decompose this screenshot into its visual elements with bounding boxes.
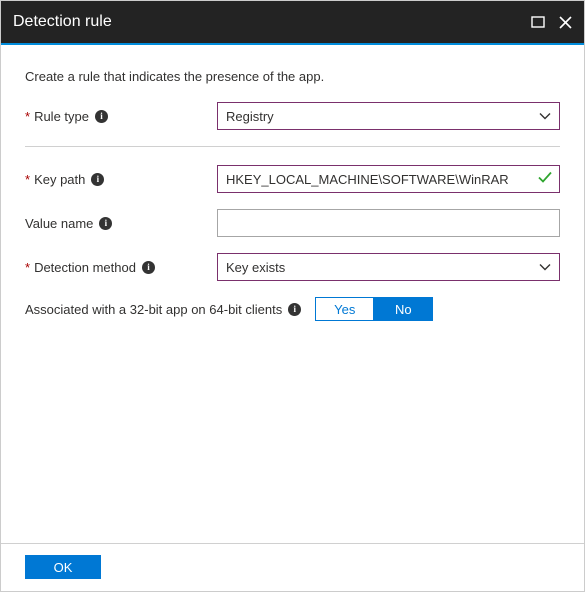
label-value-name: Value name i [25, 216, 217, 231]
assoc-toggle: Yes No [315, 297, 433, 321]
field-key-path [217, 165, 560, 193]
intro-text: Create a rule that indicates the presenc… [25, 69, 560, 84]
label-assoc: Associated with a 32-bit app on 64-bit c… [25, 302, 301, 317]
chevron-down-icon [539, 109, 551, 124]
value-name-input[interactable] [217, 209, 560, 237]
label-text: Key path [34, 172, 85, 187]
close-icon[interactable] [559, 16, 572, 29]
rule-type-select[interactable]: Registry [217, 102, 560, 130]
divider [25, 146, 560, 147]
dialog-header: Detection rule [1, 1, 584, 45]
row-value-name: Value name i [25, 209, 560, 237]
select-value: Key exists [226, 260, 285, 275]
row-assoc: Associated with a 32-bit app on 64-bit c… [25, 297, 560, 321]
select-value: Registry [226, 109, 274, 124]
dialog-title: Detection rule [13, 13, 531, 31]
assoc-yes-button[interactable]: Yes [316, 298, 374, 320]
header-controls [531, 16, 572, 29]
info-icon[interactable]: i [142, 261, 155, 274]
assoc-no-button[interactable]: No [374, 298, 432, 320]
field-value-name [217, 209, 560, 237]
label-key-path: * Key path i [25, 172, 217, 187]
detection-method-select[interactable]: Key exists [217, 253, 560, 281]
label-text: Associated with a 32-bit app on 64-bit c… [25, 302, 282, 317]
required-asterisk: * [25, 172, 30, 187]
dialog-footer: OK [1, 543, 584, 590]
required-asterisk: * [25, 109, 30, 124]
maximize-icon[interactable] [531, 16, 545, 28]
dialog-body: Create a rule that indicates the presenc… [1, 45, 584, 543]
key-path-input[interactable] [217, 165, 560, 193]
chevron-down-icon [539, 260, 551, 275]
info-icon[interactable]: i [91, 173, 104, 186]
label-text: Rule type [34, 109, 89, 124]
info-icon[interactable]: i [95, 110, 108, 123]
field-detection-method: Key exists [217, 253, 560, 281]
info-icon[interactable]: i [99, 217, 112, 230]
info-icon[interactable]: i [288, 303, 301, 316]
field-rule-type: Registry [217, 102, 560, 130]
label-rule-type: * Rule type i [25, 109, 217, 124]
label-text: Value name [25, 216, 93, 231]
ok-button[interactable]: OK [25, 555, 101, 579]
row-detection-method: * Detection method i Key exists [25, 253, 560, 281]
label-detection-method: * Detection method i [25, 260, 217, 275]
required-asterisk: * [25, 260, 30, 275]
label-text: Detection method [34, 260, 136, 275]
row-rule-type: * Rule type i Registry [25, 102, 560, 130]
row-key-path: * Key path i [25, 165, 560, 193]
